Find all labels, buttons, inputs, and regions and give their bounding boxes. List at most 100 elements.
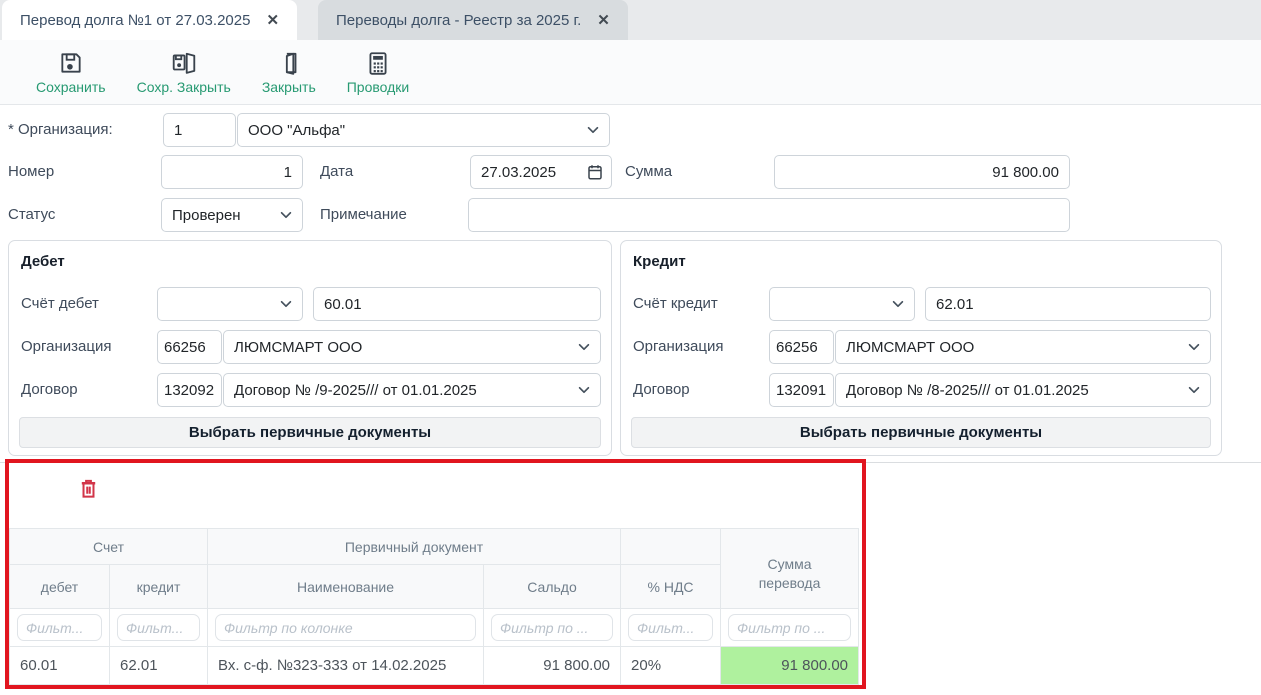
chevron-down-icon [279, 297, 293, 311]
filter-sum-input[interactable] [728, 614, 851, 641]
status-label: Статус [8, 198, 55, 232]
organization-code-input[interactable] [163, 113, 236, 147]
organization-select-value: ООО "Альфа" [248, 122, 345, 139]
delete-row-button[interactable] [73, 473, 103, 503]
table-row[interactable]: 60.01 62.01 Вх. с-ф. №323-333 от 14.02.2… [10, 647, 859, 685]
filter-debit-input[interactable] [17, 614, 102, 641]
chevron-down-icon [891, 297, 905, 311]
chevron-down-icon [1187, 383, 1201, 397]
debit-organization-select[interactable]: ЛЮМСМАРТ ООО [223, 330, 601, 364]
debit-select-primary-docs-button[interactable]: Выбрать первичные документы [19, 417, 601, 448]
filter-vat-input[interactable] [628, 614, 713, 641]
documents-table-annotation-box: Счет Первичный документ Сумма перевода д… [5, 459, 866, 689]
date-field [470, 155, 612, 189]
debit-contract-code-input[interactable] [157, 373, 222, 407]
debit-account-input[interactable] [313, 287, 601, 321]
column-header-vat: % НДС [621, 565, 721, 609]
column-header-name: Наименование [208, 565, 484, 609]
tab-bar: Перевод долга №1 от 27.03.2025 ✕ Перевод… [0, 0, 1261, 40]
debit-panel: Дебет Счёт дебет Организация ЛЮМСМАРТ ОО… [8, 240, 612, 456]
credit-contract-code-input[interactable] [769, 373, 834, 407]
close-button-label: Закрыть [262, 79, 316, 95]
cell-vat: 20% [621, 647, 721, 685]
cell-document-name: Вх. с-ф. №323-333 от 14.02.2025 [208, 647, 484, 685]
credit-account-select[interactable] [769, 287, 915, 321]
chevron-down-icon [577, 383, 591, 397]
chevron-down-icon [1187, 340, 1201, 354]
credit-contract-label: Договор [633, 373, 690, 407]
credit-panel-title: Кредит [633, 253, 686, 270]
debit-contract-select[interactable]: Договор № /9-2025/// от 01.01.2025 [223, 373, 601, 407]
number-input[interactable] [161, 155, 303, 189]
trash-icon [77, 477, 100, 500]
sum-label: Сумма [625, 155, 672, 189]
debit-account-select[interactable] [157, 287, 303, 321]
tab-debt-transfers-registry[interactable]: Переводы долга - Реестр за 2025 г. ✕ [318, 0, 628, 40]
calendar-icon[interactable] [586, 163, 604, 186]
debit-organization-select-value: ЛЮМСМАРТ ООО [234, 339, 362, 356]
column-header-transfer-sum: Сумма перевода [721, 529, 859, 609]
note-label: Примечание [320, 198, 407, 232]
floppy-door-icon [171, 50, 197, 76]
group-header-primary-document: Первичный документ [208, 529, 621, 565]
filter-name-input[interactable] [215, 614, 476, 641]
close-icon[interactable]: ✕ [597, 11, 610, 29]
group-header-empty [621, 529, 721, 565]
note-input[interactable] [468, 198, 1070, 232]
status-select-value: Проверен [172, 207, 241, 224]
save-button[interactable]: Сохранить [28, 46, 114, 99]
credit-select-primary-docs-button[interactable]: Выбрать первичные документы [631, 417, 1211, 448]
credit-organization-select-value: ЛЮМСМАРТ ООО [846, 339, 974, 356]
credit-account-label: Счёт кредит [633, 287, 718, 321]
cell-credit-account: 62.01 [110, 647, 208, 685]
date-label: Дата [320, 155, 353, 189]
credit-account-input[interactable] [925, 287, 1211, 321]
save-button-label: Сохранить [36, 79, 106, 95]
filter-credit-input[interactable] [117, 614, 200, 641]
credit-panel: Кредит Счёт кредит Организация ЛЮМСМАРТ … [620, 240, 1222, 456]
save-and-close-button-label: Сохр. Закрыть [137, 79, 231, 95]
chevron-down-icon [279, 208, 293, 222]
organization-select[interactable]: ООО "Альфа" [237, 113, 610, 147]
toolbar: Сохранить Сохр. Закрыть Закрыть [0, 40, 1261, 105]
organization-label: * Организация: [8, 113, 113, 147]
debit-contract-label: Договор [21, 373, 78, 407]
save-and-close-button[interactable]: Сохр. Закрыть [129, 46, 239, 99]
cell-transfer-sum[interactable]: 91 800.00 [721, 647, 859, 685]
credit-organization-label: Организация [633, 330, 723, 364]
debit-contract-select-value: Договор № /9-2025/// от 01.01.2025 [234, 382, 477, 399]
table-group-header-row: Счет Первичный документ Сумма перевода [10, 529, 859, 565]
credit-contract-select-value: Договор № /8-2025/// от 01.01.2025 [846, 382, 1089, 399]
close-icon[interactable]: ✕ [266, 11, 279, 29]
primary-documents-table: Счет Первичный документ Сумма перевода д… [9, 528, 859, 685]
floppy-disk-icon [58, 50, 84, 76]
column-header-saldo: Сальдо [484, 565, 621, 609]
postings-button[interactable]: Проводки [339, 46, 418, 99]
postings-button-label: Проводки [347, 79, 410, 95]
tab-debt-transfer-document[interactable]: Перевод долга №1 от 27.03.2025 ✕ [2, 0, 297, 40]
tab-label: Переводы долга - Реестр за 2025 г. [336, 12, 581, 29]
chevron-down-icon [577, 340, 591, 354]
door-icon [276, 50, 302, 76]
debit-account-label: Счёт дебет [21, 287, 99, 321]
column-header-credit: кредит [110, 565, 208, 609]
cell-debit-account: 60.01 [10, 647, 110, 685]
document-page: Перевод долга №1 от 27.03.2025 ✕ Перевод… [0, 0, 1261, 695]
credit-organization-code-input[interactable] [769, 330, 834, 364]
debit-panel-title: Дебет [21, 253, 65, 270]
chevron-down-icon [586, 123, 600, 137]
column-header-debit: дебет [10, 565, 110, 609]
status-select[interactable]: Проверен [161, 198, 303, 232]
debit-organization-code-input[interactable] [157, 330, 222, 364]
credit-organization-select[interactable]: ЛЮМСМАРТ ООО [835, 330, 1211, 364]
filter-saldo-input[interactable] [491, 614, 613, 641]
debit-organization-label: Организация [21, 330, 111, 364]
table-filter-row [10, 609, 859, 647]
close-button[interactable]: Закрыть [254, 46, 324, 99]
calculator-icon [365, 50, 391, 76]
cell-saldo: 91 800.00 [484, 647, 621, 685]
sum-input[interactable] [774, 155, 1070, 189]
credit-contract-select[interactable]: Договор № /8-2025/// от 01.01.2025 [835, 373, 1211, 407]
tab-label: Перевод долга №1 от 27.03.2025 [20, 12, 250, 29]
number-label: Номер [8, 155, 54, 189]
